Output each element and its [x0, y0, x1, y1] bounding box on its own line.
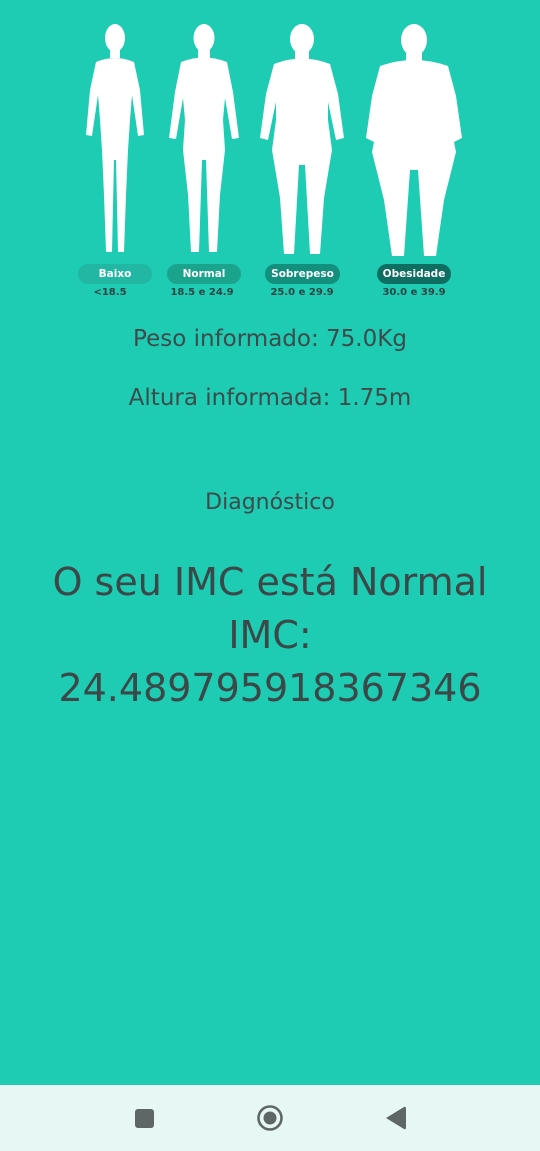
category-range-obesidade: 30.0 e 39.9 [382, 287, 446, 298]
diagnostico-title: Diagnóstico [205, 490, 335, 515]
category-pill-obesidade: Obesidade [377, 264, 451, 284]
peso-informado-text: Peso informado: 75.0Kg [133, 326, 407, 352]
recent-apps-button[interactable] [129, 1103, 159, 1133]
home-button[interactable] [255, 1103, 285, 1133]
imc-status-line: O seu IMC está Normal [52, 560, 488, 604]
body-figure-baixo-icon [86, 24, 144, 252]
result-screen: Baixo Normal Sobrepeso Obesidade <18.5 1… [0, 0, 540, 1085]
bmi-figures-illustration: Baixo Normal Sobrepeso Obesidade <18.5 1… [0, 20, 540, 310]
body-figure-sobrepeso-icon [260, 24, 344, 254]
category-pill-sobrepeso: Sobrepeso [265, 264, 340, 284]
altura-informada-text: Altura informada: 1.75m [128, 385, 412, 411]
category-range-sobrepeso: 25.0 e 29.9 [270, 287, 334, 298]
category-pill-normal: Normal [167, 264, 241, 284]
back-icon [386, 1106, 406, 1130]
home-icon [257, 1105, 283, 1131]
recent-apps-icon [134, 1108, 154, 1128]
body-figure-obesidade-icon [366, 24, 462, 256]
imc-label-line: IMC: [228, 613, 312, 657]
back-button[interactable] [380, 1103, 410, 1133]
system-navigation-bar [0, 1085, 540, 1151]
body-figure-normal-icon [169, 24, 239, 252]
imc-value-line: 24.489795918367346 [58, 666, 482, 710]
imc-result-text: O seu IMC está Normal IMC: 24.4897959183… [10, 556, 530, 715]
category-pill-baixo: Baixo [78, 264, 152, 284]
category-range-normal: 18.5 e 24.9 [170, 287, 234, 298]
